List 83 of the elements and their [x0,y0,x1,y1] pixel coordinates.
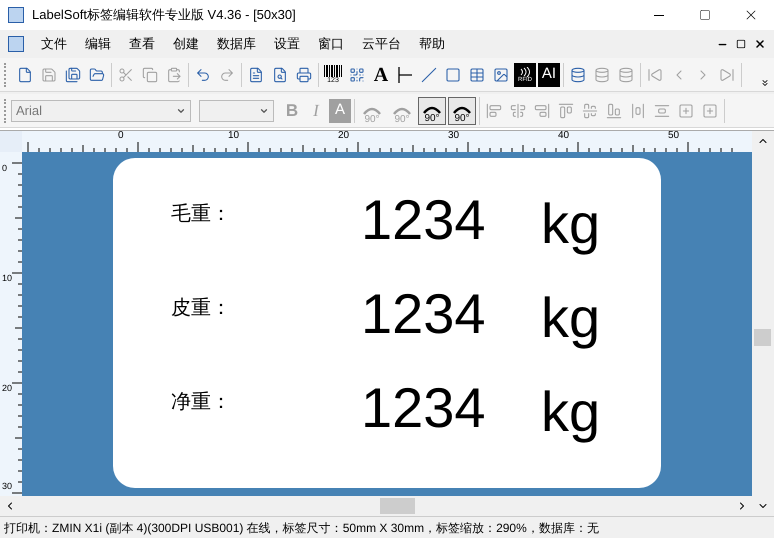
status-text: 打印机：ZMIN X1i (副本 4)(300DPI USB001) 在线，标签尺寸：50mm X 30mm，标签缩放：290%，数据库：无 [4,520,599,536]
center-icon [678,102,694,118]
app-logo-icon [8,7,24,23]
ruler-number: 0 [2,164,8,173]
align-left-icon [486,102,502,118]
table-icon [469,66,485,82]
align-top-icon [558,102,574,118]
database-icon [594,66,610,82]
rotate-button[interactable]: 90° [448,96,476,124]
last-record-icon [719,66,735,82]
menu-item[interactable]: 云平台 [353,34,410,54]
first-record-icon [647,66,663,82]
font-size-select[interactable] [199,100,274,122]
menu-item[interactable]: 创建 [164,34,208,54]
close-icon[interactable] [754,38,766,50]
database-icon [618,66,634,82]
ruler-number: 50 [668,131,680,141]
ruler-number: 20 [338,131,350,141]
scrollbar-thumb[interactable] [380,498,415,514]
text-tool[interactable]: A [370,62,392,86]
weight-label: 净重： [170,388,232,415]
center-icon [702,102,718,118]
preview-icon [272,66,288,82]
maximize-icon [699,9,711,21]
printer-icon [296,66,312,82]
menu-item[interactable]: 设置 [265,34,309,54]
horizontal-scrollbar[interactable] [0,496,752,516]
font-select[interactable]: Arial [11,100,191,122]
menu-item[interactable]: 帮助 [410,34,454,54]
weight-label: 毛重： [170,200,232,227]
ruler-number: 30 [2,482,12,491]
weight-unit: kg [540,191,602,257]
font-name: Arial [16,102,42,120]
rectangle-icon [445,66,461,82]
weight-label: 皮重： [170,294,232,321]
database-icon [570,66,586,82]
undo-icon [195,66,211,82]
menu-item[interactable]: 查看 [120,34,164,54]
weight-value: 1234 [360,376,483,441]
ruler-number: 10 [228,131,240,141]
weight-unit: kg [540,379,602,445]
spacing-icon [654,102,670,118]
scrollbar-thumb[interactable] [754,329,771,346]
vertical-scrollbar[interactable] [752,131,774,516]
line-icon [397,66,413,84]
ruler-number: 20 [2,384,12,393]
ai-tool[interactable]: AI [538,62,560,86]
new-file-icon [17,66,33,82]
folder-icon [89,66,105,82]
ruler-number: 40 [558,131,570,141]
align-center-icon [510,102,526,118]
align-right-icon [534,102,550,118]
barcode-icon [324,65,342,77]
minimize-icon [654,14,664,16]
menu-item[interactable]: 编辑 [76,34,120,54]
menu-item[interactable]: 数据库 [208,34,265,54]
weight-unit: kg [540,285,602,351]
copy-icon [142,66,158,82]
ruler-number: 10 [2,274,12,283]
cut-icon [118,66,134,82]
overflow-icon[interactable] [760,78,770,88]
weight-value: 1234 [360,282,483,347]
paste-icon [166,66,182,82]
spacing-icon [630,102,646,118]
align-middle-icon [582,102,598,118]
save-icon [41,66,57,82]
document-icon [8,36,24,52]
menu-item[interactable]: 文件 [32,34,76,54]
menu-item[interactable]: 窗口 [309,34,353,54]
qr-code-icon [349,66,365,82]
redo-icon [219,66,235,82]
weight-value: 1234 [360,188,483,253]
ruler-number: 0 [118,131,124,141]
window-title: LabelSoft标签编辑软件专业版 V4.36 - [50x30] [32,6,296,24]
signal-icon [519,66,531,76]
rotate-button[interactable]: 90° [418,96,446,124]
restore-icon[interactable] [736,39,746,49]
line-icon [421,66,437,82]
ruler-number: 30 [448,131,460,141]
image-icon [493,66,509,82]
save-all-icon [65,66,81,82]
page-icon [248,66,264,82]
align-bottom-icon [606,102,622,118]
